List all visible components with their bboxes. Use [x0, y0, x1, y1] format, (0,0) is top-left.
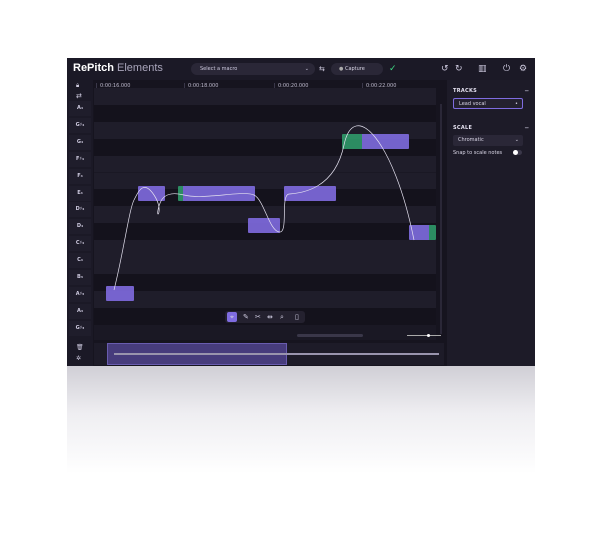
- select-tool-icon[interactable]: ⌖: [227, 312, 237, 322]
- piano-key[interactable]: G₄: [69, 134, 91, 150]
- settings-icon[interactable]: ⚙: [519, 64, 527, 74]
- pitch-grid[interactable]: [94, 88, 442, 340]
- piano-keys: 🔒︎ ⇄ A₄ G♯₄ G₄ F♯₄ F₄ E₄ D♯₄ D₄ C♯₄ C₄ B₃ A♯₃ A₃ G♯₃ …: [67, 80, 93, 366]
- trash-tool-icon[interactable]: ▯: [295, 312, 299, 322]
- pen-tool-icon[interactable]: ✎: [243, 312, 249, 322]
- piano-key[interactable]: E₄: [69, 185, 91, 201]
- power-icon[interactable]: ⏻: [503, 64, 510, 74]
- lock-icon[interactable]: 🔒︎: [76, 81, 79, 91]
- scale-select[interactable]: Chromatic ⌄: [453, 135, 523, 146]
- piano-key[interactable]: A₃: [69, 303, 91, 319]
- piano-key[interactable]: F₄: [69, 168, 91, 184]
- chevron-down-icon: ⌄: [514, 137, 519, 143]
- scissors-icon[interactable]: ✂: [255, 312, 261, 322]
- piano-key[interactable]: A♯₃: [69, 286, 91, 302]
- horizontal-scrollbar[interactable]: [297, 334, 363, 337]
- piano-key[interactable]: A₄: [69, 101, 91, 116]
- tool-palette: ⌖ ✎ ✂ ⇹ ⌕ ▯: [225, 311, 305, 323]
- macro-settings-icon[interactable]: ⇆: [319, 64, 325, 74]
- snap-label: Snap to scale notes: [453, 150, 503, 156]
- scale-header: SCALE: [453, 125, 473, 131]
- zoom-slider[interactable]: [407, 334, 441, 337]
- piano-key[interactable]: C₄: [69, 253, 91, 269]
- collapse-scale-icon[interactable]: –: [525, 123, 530, 133]
- status-check-icon: ✓: [389, 64, 397, 74]
- redo-icon[interactable]: ↻: [455, 64, 463, 74]
- top-bar: RePitch Elements Select a macro ⌄ ⇆ ● Cap…: [67, 58, 535, 80]
- repitch-window: RePitch Elements Select a macro ⌄ ⇆ ● Cap…: [67, 58, 535, 366]
- side-panel: TRACKS – Lead vocal • SCALE – Chromatic ⌄ …: [447, 80, 535, 366]
- waveform: [114, 353, 439, 355]
- piano-key[interactable]: F♯₄: [69, 151, 91, 167]
- zoom-icon[interactable]: ⌕: [280, 312, 284, 322]
- waveform-overview[interactable]: [94, 343, 444, 365]
- vertical-scrollbar[interactable]: [440, 104, 442, 334]
- collapse-icon[interactable]: ✲: [76, 354, 81, 364]
- split-icon[interactable]: ⇹: [267, 312, 273, 322]
- piano-key[interactable]: G♯₄: [69, 117, 91, 133]
- layout-icon[interactable]: ▥: [478, 64, 487, 74]
- trash-icon[interactable]: 🗑︎: [76, 343, 84, 353]
- collapse-tracks-icon[interactable]: –: [525, 86, 530, 96]
- reflection: [67, 366, 535, 486]
- capture-button[interactable]: ● Capture: [331, 63, 383, 75]
- piano-key[interactable]: B₃: [69, 270, 91, 285]
- logo: RePitch Elements: [73, 62, 163, 74]
- tracks-header: TRACKS: [453, 88, 478, 94]
- pitch-curve: [113, 125, 415, 291]
- piano-key[interactable]: D♯₄: [69, 202, 91, 218]
- piano-key[interactable]: G♯₃: [69, 320, 91, 336]
- piano-key[interactable]: C♯₄: [69, 236, 91, 252]
- chevron-down-icon: ⌄: [304, 66, 309, 72]
- loop-icon[interactable]: ⇄: [76, 91, 82, 101]
- track-item[interactable]: Lead vocal •: [453, 98, 523, 109]
- undo-icon[interactable]: ↺: [441, 64, 449, 74]
- macro-select[interactable]: Select a macro ⌄: [191, 63, 315, 75]
- snap-toggle[interactable]: [513, 150, 522, 155]
- piano-key[interactable]: D₄: [69, 219, 91, 235]
